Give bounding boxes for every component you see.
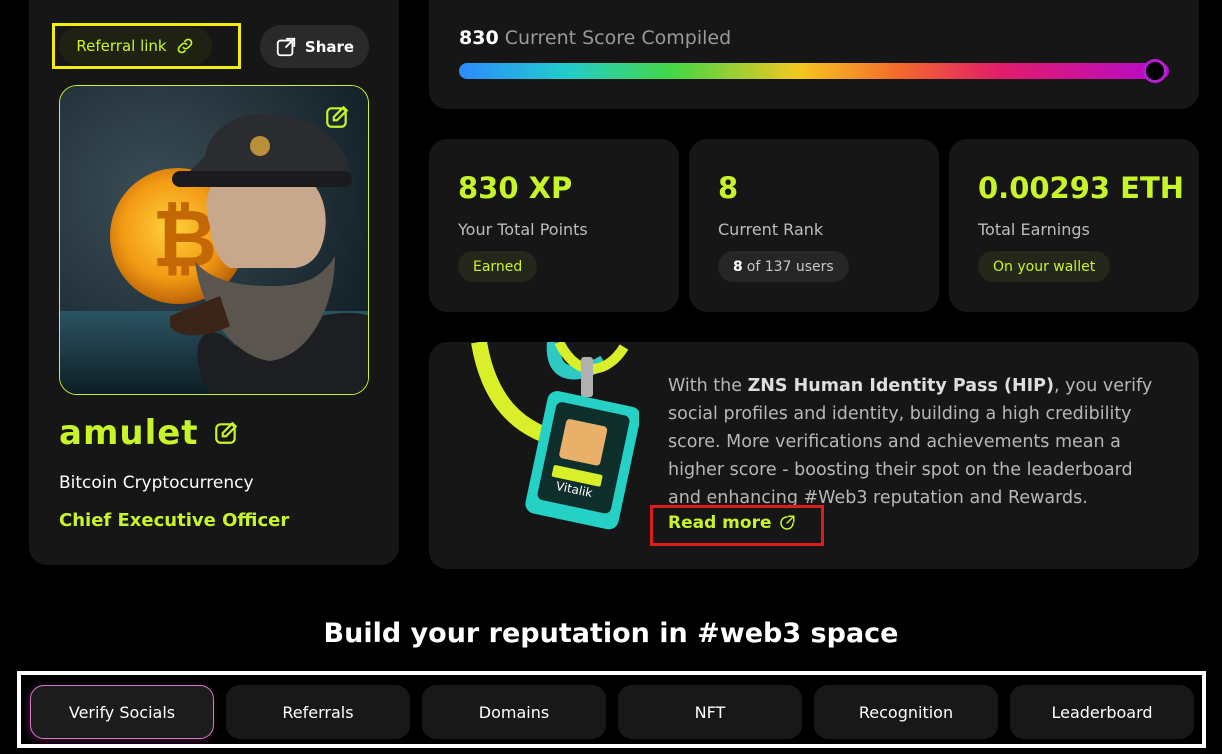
username: amulet bbox=[59, 413, 239, 453]
share-label: Share bbox=[304, 37, 355, 56]
earnings-value: 0.00293 ETH bbox=[978, 171, 1185, 205]
captain-portrait-image: ₿ bbox=[60, 86, 368, 394]
score-progress-knob bbox=[1142, 59, 1167, 83]
share-icon bbox=[276, 37, 296, 56]
hip-text-pre: With the bbox=[668, 376, 748, 396]
tab-recognition[interactable]: Recognition bbox=[814, 685, 998, 739]
external-link-icon bbox=[779, 515, 794, 530]
read-more-label: Read more bbox=[668, 513, 772, 533]
score-progress-bar bbox=[459, 63, 1169, 79]
hip-text-bold: ZNS Human Identity Pass (HIP) bbox=[747, 376, 1054, 396]
rank-label: Current Rank bbox=[718, 220, 824, 239]
edit-picture-icon[interactable] bbox=[324, 104, 350, 130]
avatar: ₿ bbox=[59, 85, 369, 395]
tab-leaderboard[interactable]: Leaderboard bbox=[1010, 685, 1194, 739]
tab-nft[interactable]: NFT bbox=[618, 685, 802, 739]
rank-badge-number: 8 bbox=[733, 258, 743, 275]
role-title: Chief Executive Officer bbox=[59, 510, 290, 531]
stat-card-rank: 8 Current Rank 8 of 137 users bbox=[689, 139, 939, 312]
score-card bbox=[429, 0, 1199, 109]
wallet-badge: On your wallet bbox=[978, 251, 1111, 282]
tab-referrals[interactable]: Referrals bbox=[226, 685, 410, 739]
tab-domains[interactable]: Domains bbox=[422, 685, 606, 739]
section-heading: Build your reputation in #web3 space bbox=[323, 618, 899, 649]
tab-verify-socials[interactable]: Verify Socials bbox=[30, 685, 214, 739]
rank-badge-text: of 137 users bbox=[746, 258, 834, 275]
referral-link-button[interactable]: Referral link bbox=[59, 27, 212, 65]
read-more-link[interactable]: Read more bbox=[668, 513, 796, 533]
earnings-label: Total Earnings bbox=[978, 220, 1090, 239]
id-badge-image: Vitalik bbox=[471, 342, 639, 530]
score-line: 830 Current Score Compiled bbox=[459, 27, 731, 49]
stat-card-earnings: 0.00293 ETH Total Earnings On your walle… bbox=[949, 139, 1199, 312]
points-label: Your Total Points bbox=[458, 220, 588, 239]
edit-name-icon[interactable] bbox=[213, 420, 239, 446]
link-icon bbox=[177, 38, 192, 54]
username-text: amulet bbox=[59, 413, 199, 453]
score-value: 830 bbox=[459, 27, 499, 49]
earned-badge: Earned bbox=[458, 251, 538, 282]
points-value: 830 XP bbox=[458, 171, 573, 205]
rank-value: 8 bbox=[718, 171, 739, 205]
score-label: Current Score Compiled bbox=[504, 27, 732, 49]
stat-card-points: 830 XP Your Total Points Earned bbox=[429, 139, 679, 312]
organization: Bitcoin Cryptocurrency bbox=[59, 473, 254, 493]
referral-link-label: Referral link bbox=[76, 37, 167, 55]
share-button[interactable]: Share bbox=[260, 25, 369, 68]
hip-description: With the ZNS Human Identity Pass (HIP), … bbox=[668, 372, 1168, 512]
rank-badge: 8 of 137 users bbox=[718, 251, 849, 282]
